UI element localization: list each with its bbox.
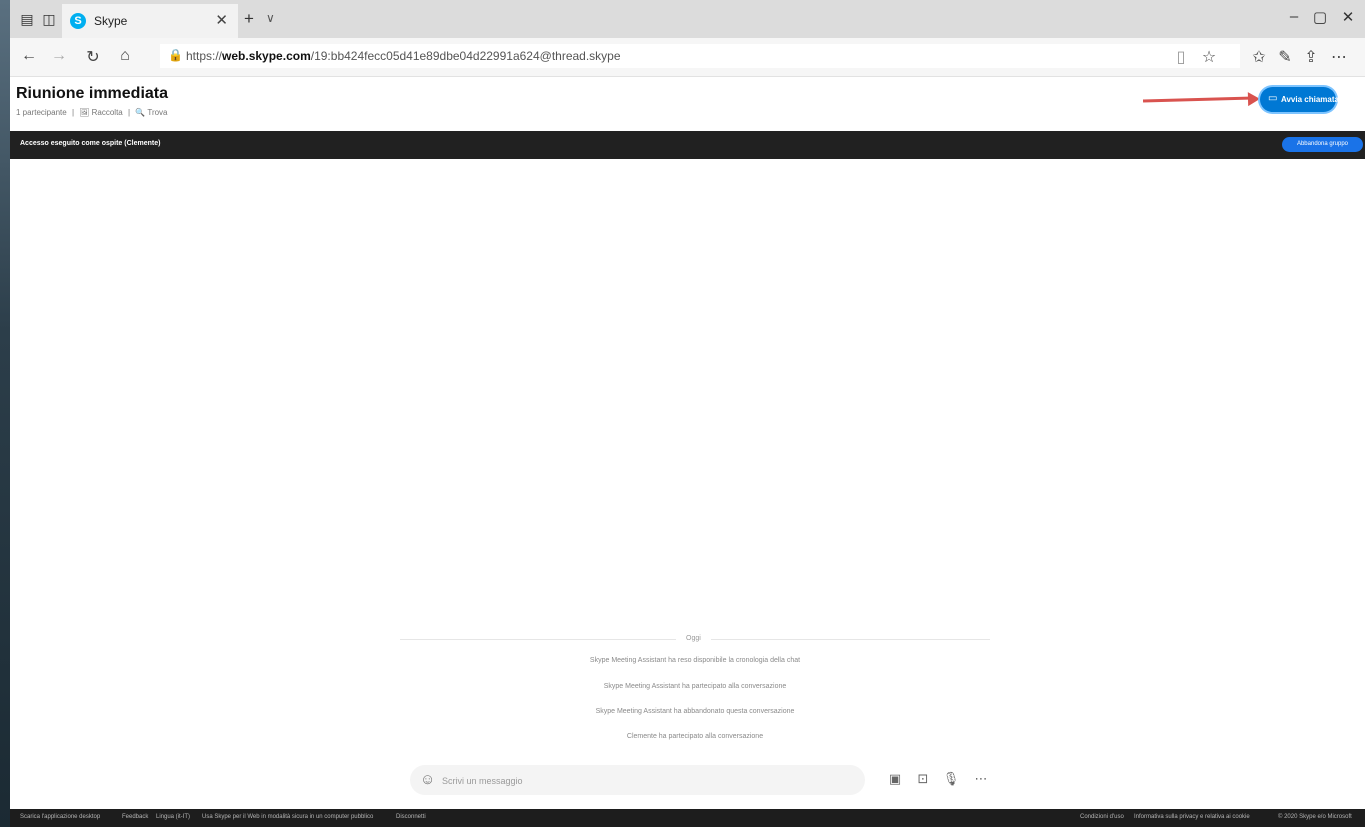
separator: | [128,108,131,117]
share-icon[interactable]: ⇪ [1300,47,1322,67]
conversation-title: Riunione immediata [16,85,169,102]
browser-window: ▤ ◫ S Skype ✕ + ∨ – ▢ ✕ ← → ↻ ⌂ 🔒 https:… [10,0,1365,827]
video-camera-icon: ▭ [1268,93,1278,104]
conversation-header: Riunione immediata 1 partecipante | 🖼 Ra… [10,77,1365,127]
maximize-icon[interactable]: ▢ [1308,8,1332,26]
contact-card-icon[interactable]: ⊡ [914,771,932,787]
emoji-icon[interactable]: ☺ [420,771,435,788]
participants-count[interactable]: 1 partecipante [16,108,67,117]
reading-view-icon[interactable]: ▯ [1170,47,1192,67]
navigation-bar: ← → ↻ ⌂ 🔒 https://web.skype.com/19:bb424… [10,38,1365,77]
address-bar[interactable]: 🔒 https://web.skype.com/19:bb424fecc05d4… [160,44,1240,68]
footer: Scarica l'applicazione desktop Feedback … [10,809,1365,827]
footer-link-download[interactable]: Scarica l'applicazione desktop [20,814,100,820]
favorite-star-icon[interactable]: ☆ [1198,47,1220,67]
footer-link-terms[interactable]: Condizioni d'uso [1080,814,1124,820]
composer-field: ☺ [410,765,865,795]
footer-link-safe-mode[interactable]: Usa Skype per il Web in modalità sicura … [202,814,373,820]
pen-icon[interactable]: ✎ [1274,47,1296,67]
red-arrow-head [1247,91,1261,107]
date-label: Oggi [676,635,711,642]
footer-link-language[interactable]: Lingua (it-IT) [156,814,190,820]
tab-close-icon[interactable]: ✕ [215,11,228,29]
start-call-label: Avvia chiamata [1281,95,1339,104]
find-link[interactable]: 🔍 Trova [135,108,167,117]
footer-link-privacy[interactable]: Informativa sulla privacy e relativa ai … [1134,814,1250,820]
favorites-icon[interactable]: ✩ [1248,47,1270,67]
system-message: Skype Meeting Assistant ha partecipato a… [603,683,787,690]
more-options-icon[interactable]: ⋯ [972,771,990,787]
microphone-icon[interactable]: 🎙 [942,771,960,787]
system-message: Skype Meeting Assistant ha abbandonato q… [595,708,795,715]
conversation-subheader: 1 partecipante | 🖼 Raccolta | 🔍 Trova [16,108,171,117]
guest-status-text: Accesso eseguito come ospite (Clemente) [20,140,161,147]
guest-banner: Accesso eseguito come ospite (Clemente) … [10,131,1365,159]
message-composer: ☺ ▣ ⊡ 🎙 ⋯ [410,765,998,795]
footer-copyright: © 2020 Skype e/o Microsoft [1278,814,1352,820]
tab-actions-icon[interactable]: ▤ [18,10,36,28]
message-input[interactable] [440,772,844,790]
media-gallery-icon[interactable]: ▣ [886,771,904,787]
gallery-link[interactable]: 🖼 Raccolta [79,108,123,117]
refresh-icon[interactable]: ↻ [82,47,104,67]
skype-favicon-icon: S [70,13,86,29]
back-icon[interactable]: ← [18,47,40,65]
tab-menu-chevron-icon[interactable]: ∨ [266,11,275,25]
leave-group-button[interactable]: Abbandona gruppo [1282,137,1363,152]
tab-bar: ▤ ◫ S Skype ✕ + ∨ – ▢ ✕ [10,0,1365,38]
new-tab-icon[interactable]: + [244,9,254,29]
close-window-icon[interactable]: ✕ [1336,8,1360,26]
system-message: Clemente ha partecipato alla conversazio… [626,733,764,740]
tab-aside-icon[interactable]: ◫ [40,10,58,28]
url-text: https://web.skype.com/19:bb424fecc05d41e… [186,49,621,63]
forward-icon[interactable]: → [48,47,70,65]
tab-title: Skype [94,14,128,28]
desktop-background [0,0,10,827]
home-icon[interactable]: ⌂ [114,47,136,65]
more-icon[interactable]: ⋯ [1328,47,1350,67]
lock-icon: 🔒 [168,48,183,62]
chat-area: Oggi Skype Meeting Assistant ha reso dis… [10,159,1365,809]
footer-link-logout[interactable]: Disconnetti [396,814,426,820]
minimize-icon[interactable]: – [1282,8,1306,25]
separator: | [71,108,75,117]
tab-skype[interactable]: S Skype ✕ [62,4,238,38]
footer-link-feedback[interactable]: Feedback [122,814,148,820]
system-message: Skype Meeting Assistant ha reso disponib… [589,657,801,664]
start-call-button[interactable]: ▭ Avvia chiamata [1260,87,1339,112]
